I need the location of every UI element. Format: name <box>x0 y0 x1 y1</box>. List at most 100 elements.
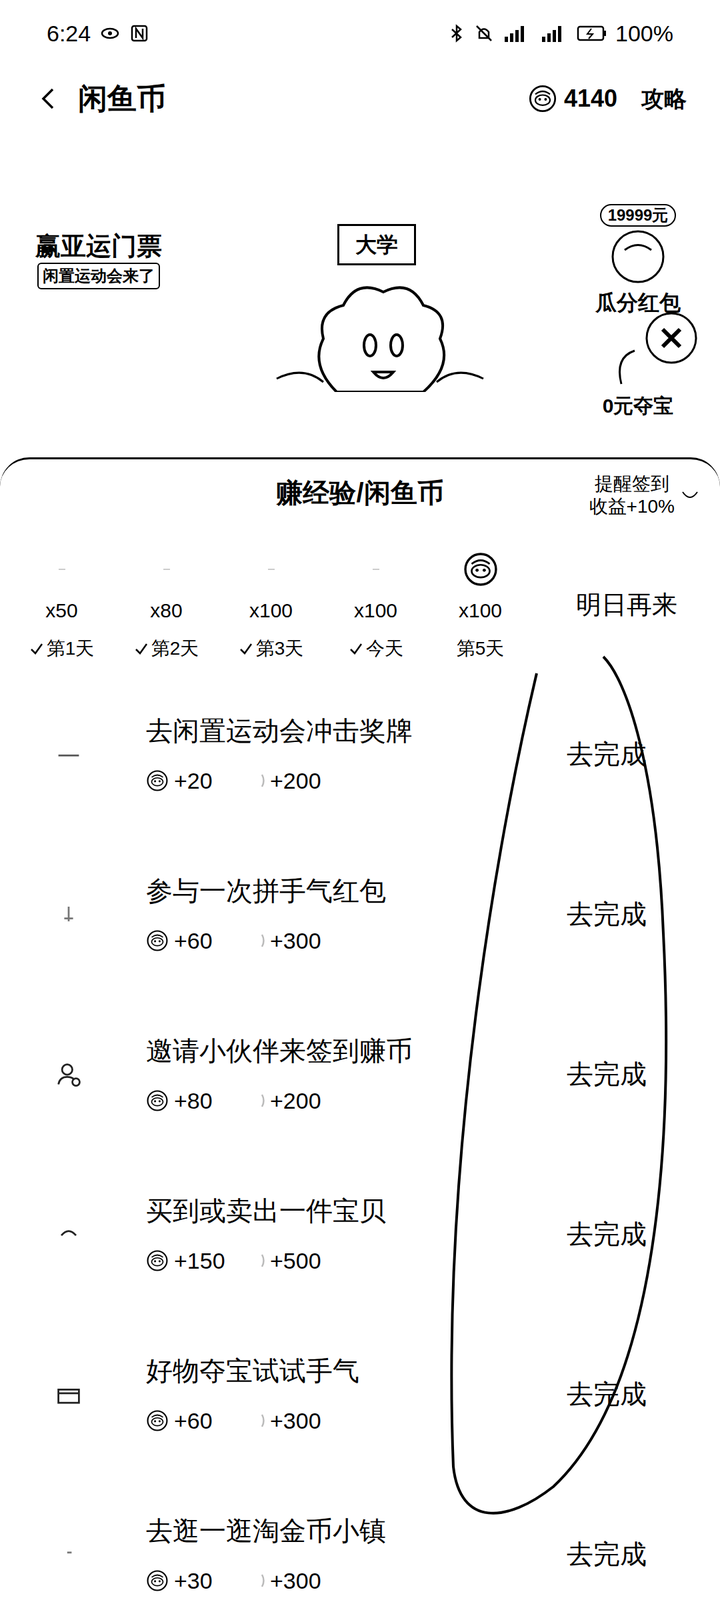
reward-icon <box>358 551 394 588</box>
back-icon[interactable] <box>36 85 60 112</box>
task-list: 去闲置运动会冲击奖牌+20+200去完成参与一次拼手气红包+60+300去完成邀… <box>0 674 720 1600</box>
bluetooth-icon <box>447 23 466 44</box>
task-row: 去逛一逛淘金币小镇 +30 +300 去完成 <box>0 1474 720 1600</box>
task-coins: +30 <box>174 1564 248 1598</box>
reward-icon <box>44 551 80 588</box>
task-title: 买到或卖出一件宝贝 <box>146 1190 547 1231</box>
task-coins: +150 <box>174 1244 248 1278</box>
mascot-icon <box>263 265 490 392</box>
nfc-icon <box>129 23 150 44</box>
guide-link[interactable]: 攻略 <box>641 82 687 116</box>
checkin-button[interactable]: 明日再来 <box>576 586 678 624</box>
coin-icon <box>146 1569 169 1592</box>
task-icon <box>54 899 84 929</box>
reminder-toggle[interactable]: 提醒签到收益+10% <box>589 472 700 518</box>
checkin-day: x100第5天 <box>428 551 533 663</box>
check-icon <box>134 641 149 656</box>
task-exp: +200 <box>270 1084 322 1118</box>
status-time: 6:24 <box>46 16 91 51</box>
switch-icon <box>680 485 700 506</box>
task-button[interactable]: 去完成 <box>566 1374 647 1414</box>
panel-header: 赚经验/闲鱼币提醒签到收益+10% <box>0 459 720 526</box>
exp-icon <box>247 1089 270 1112</box>
task-exp: +300 <box>270 1564 322 1598</box>
task-title: 参与一次拼手气红包 <box>146 870 547 911</box>
annotation-outline <box>0 0 720 1600</box>
banner: 赢亚运门票闲置运动会来了 大学 19999元瓜分红包 0元夺宝 <box>0 130 720 460</box>
coin-icon <box>146 929 169 952</box>
day-reward: x100 <box>249 595 293 626</box>
app-screen: 6:24 100% 闲鱼币 4140 攻略赢亚运门票闲置运动会来了 大学 19999元瓜分红… <box>0 0 720 1600</box>
exp-icon <box>247 769 270 792</box>
task-button[interactable]: 去完成 <box>566 1534 647 1574</box>
task-row: 好物夺宝试试手气+60+300去完成 <box>0 1314 720 1474</box>
eye-icon <box>100 23 120 44</box>
task-icon <box>54 1219 84 1249</box>
task-icon <box>54 1379 84 1409</box>
reward-icon <box>253 551 290 588</box>
check-icon <box>238 641 254 656</box>
coin-icon <box>528 84 558 114</box>
checkin-day: x100 第3天 <box>218 551 324 663</box>
battery-level: 100% <box>615 16 674 51</box>
task-row: 参与一次拼手气红包 +60 +300 去完成 <box>0 834 720 994</box>
day-label: 第3天 <box>256 634 304 663</box>
coin-icon <box>146 1089 169 1112</box>
day-reward: x50 <box>45 595 78 626</box>
task-coins: +80 <box>174 1084 248 1118</box>
day-reward: x100 <box>354 595 398 626</box>
task-button[interactable]: 去完成 <box>566 734 647 774</box>
reward-icon <box>148 551 185 588</box>
promo-badge[interactable]: 赢亚运门票闲置运动会来了 <box>18 130 179 460</box>
checkin-day: x50第1天 <box>9 551 114 663</box>
task-button[interactable]: 去完成 <box>566 1214 647 1254</box>
task-coins: +60 <box>174 924 248 958</box>
day-label: 第2天 <box>151 634 200 663</box>
coin-balance: 4140 <box>528 80 618 117</box>
task-icon <box>54 739 84 769</box>
task-icon <box>54 1539 84 1569</box>
close-icon[interactable] <box>644 310 699 366</box>
task-title: 好物夺宝试试手气 <box>146 1350 547 1391</box>
task-row: 去闲置运动会冲击奖牌 +20 +200 去完成 <box>0 674 720 834</box>
day-label: 第1天 <box>46 634 95 663</box>
mascot: 大学 <box>178 130 575 460</box>
day-reward: x100 <box>458 595 502 626</box>
task-title: 去逛一逛淘金币小镇 <box>146 1510 547 1551</box>
mascot-sign: 大学 <box>337 224 416 266</box>
task-title: 去闲置运动会冲击奖牌 <box>146 710 547 751</box>
task-icon <box>54 1059 84 1089</box>
task-row: 买到或卖出一件宝贝 +150 +500 去完成 <box>0 1154 720 1314</box>
exp-icon <box>247 1249 270 1272</box>
task-exp: +500 <box>270 1244 322 1278</box>
checkin-day: x100 今天 <box>323 551 428 663</box>
red-packet[interactable]: 19999元瓜分红包 <box>595 204 681 319</box>
battery-icon <box>576 24 608 43</box>
day-label: 今天 <box>366 634 404 663</box>
coin-icon <box>146 769 169 792</box>
check-icon <box>29 641 44 656</box>
task-button[interactable]: 去完成 <box>566 1054 647 1094</box>
header-bar: 闲鱼币 4140 攻略 <box>0 66 720 131</box>
exp-icon <box>247 929 270 952</box>
status-bar: 6:24 100% <box>0 0 720 67</box>
day-reward: x80 <box>150 595 182 626</box>
check-icon <box>348 641 364 656</box>
signal-icon <box>502 23 532 44</box>
signal-icon <box>539 23 569 44</box>
task-coins: +60 <box>174 1404 248 1438</box>
task-exp: +300 <box>270 924 322 958</box>
task-title: 邀请小伙伴来签到赚币 <box>146 1030 547 1071</box>
tasks-panel: 赚经验/闲鱼币提醒签到收益+10%x50第1天x80第2天x100第3天x100… <box>0 457 720 1600</box>
treasure[interactable]: 0元夺宝 <box>602 337 674 421</box>
checkin-day: x80第2天 <box>114 551 219 663</box>
task-coins: +20 <box>174 764 248 798</box>
task-button[interactable]: 去完成 <box>566 894 647 934</box>
exp-icon <box>247 1409 270 1432</box>
task-row: 邀请小伙伴来签到赚币 +80 +200 去完成 <box>0 994 720 1154</box>
task-exp: +200 <box>270 764 322 798</box>
red-packet-icon <box>608 226 668 287</box>
checkin-row: x50第1天x80第2天x100第3天x100今天x100第5天明日再来 <box>0 526 720 674</box>
page-title: 闲鱼币 <box>78 76 166 121</box>
exp-icon <box>247 1569 270 1592</box>
